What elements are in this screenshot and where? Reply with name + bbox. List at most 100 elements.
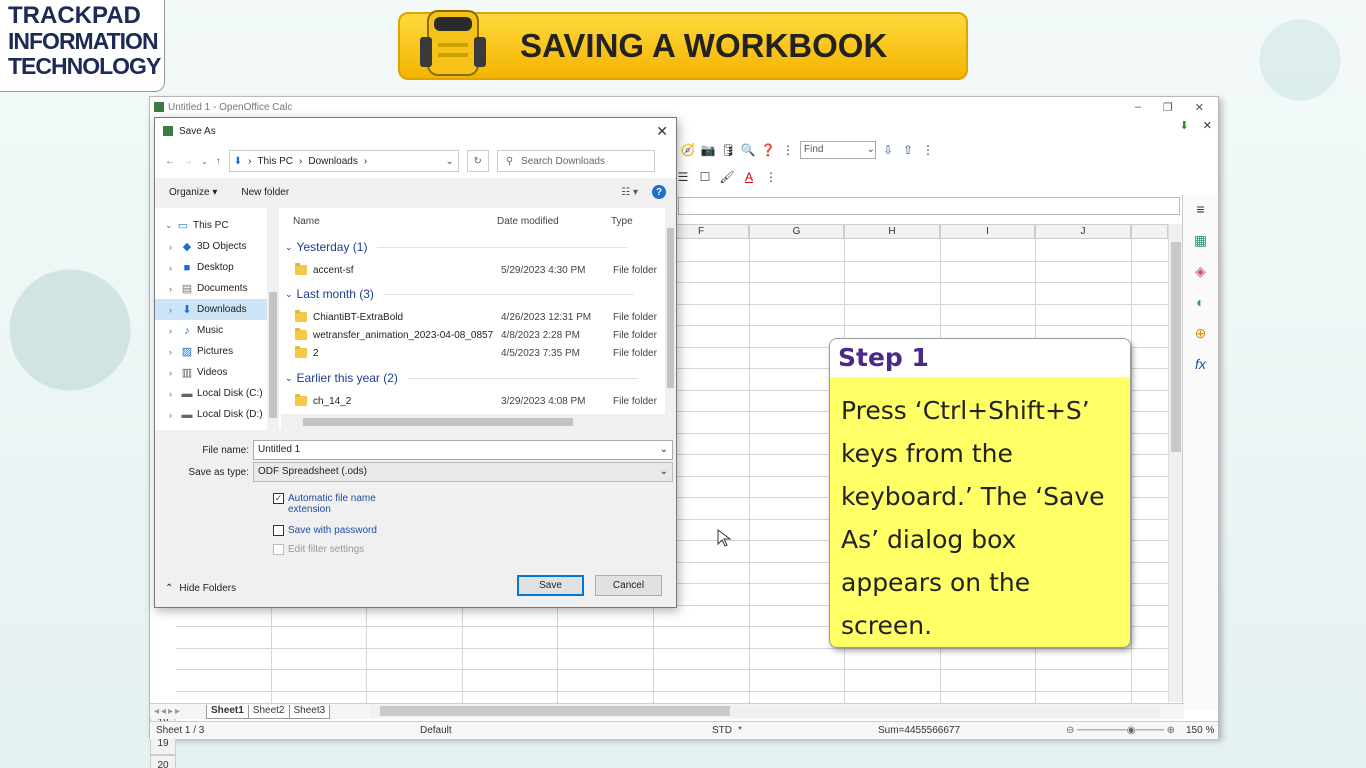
save-password-checkbox[interactable]: Save with password: [273, 525, 377, 536]
help-icon[interactable]: ?: [652, 185, 666, 199]
indent-icon[interactable]: ☰: [675, 169, 691, 185]
up-arrow-icon[interactable]: ↑: [216, 156, 221, 167]
formatting-overflow-icon[interactable]: ⋮: [763, 169, 779, 185]
checkbox-box[interactable]: [273, 525, 284, 536]
list-item[interactable]: ChiantiBT-ExtraBold 4/26/2023 12:31 PM F…: [295, 308, 663, 326]
column-header[interactable]: G: [749, 224, 844, 239]
chevron-right-icon[interactable]: ›: [169, 263, 177, 273]
help-icon[interactable]: ❓: [760, 142, 776, 158]
column-header-name[interactable]: Name: [293, 216, 320, 232]
dialog-close-icon[interactable]: ✕: [656, 123, 668, 140]
recent-chevron-icon[interactable]: ⌄: [201, 157, 208, 166]
file-name-input[interactable]: Untitled 1 ⌄: [253, 440, 673, 460]
properties-icon[interactable]: ▦: [1191, 232, 1211, 252]
zoom-slider[interactable]: ⊖ ───────◉──── ⊕: [1066, 725, 1175, 736]
chevron-right-icon[interactable]: ›: [169, 368, 177, 378]
tree-item-local-disk-d[interactable]: › ▬ Local Disk (D:): [155, 404, 267, 425]
font-color-icon[interactable]: A: [741, 169, 757, 185]
styles-icon[interactable]: ◈: [1191, 263, 1211, 283]
toolbar-overflow-icon[interactable]: ⋮: [780, 142, 796, 158]
hide-folders-toggle[interactable]: ⌃ Hide Folders: [165, 583, 236, 594]
file-list-vscrollbar[interactable]: [665, 208, 676, 414]
address-bar[interactable]: ⬇ › This PC › Downloads › ⌄: [228, 150, 459, 172]
functions-icon[interactable]: fx: [1191, 356, 1211, 376]
chevron-right-icon[interactable]: ›: [169, 410, 177, 420]
maximize-icon[interactable]: ❐: [1163, 101, 1173, 114]
check-icon[interactable]: ✓: [273, 493, 284, 504]
chevron-right-icon[interactable]: ›: [169, 347, 177, 357]
list-item[interactable]: ch_14_2 3/29/2023 4:08 PM File folder: [295, 392, 663, 410]
chevron-down-icon[interactable]: ⌄: [285, 373, 293, 384]
navigator-icon[interactable]: 🧭: [680, 142, 696, 158]
tree-item-music[interactable]: › ♪ Music: [155, 320, 267, 341]
navigator-panel-icon[interactable]: ⊕: [1191, 325, 1211, 345]
find-overflow-icon[interactable]: ⋮: [920, 142, 936, 158]
column-header-type[interactable]: Type: [611, 216, 633, 232]
close-document-icon[interactable]: ✕: [1203, 119, 1212, 132]
breadcrumb-this-pc[interactable]: This PC: [257, 156, 293, 167]
update-icon[interactable]: ⬇: [1180, 119, 1189, 132]
list-item[interactable]: 2 4/5/2023 7:35 PM File folder: [295, 344, 663, 362]
find-next-icon[interactable]: ⇩: [880, 142, 896, 158]
back-arrow-icon[interactable]: ←: [165, 156, 175, 167]
tree-item-local-disk-c[interactable]: › ▬ Local Disk (C:): [155, 383, 267, 404]
horizontal-scrollbar[interactable]: [370, 705, 1160, 717]
tree-item-downloads[interactable]: › ⬇ Downloads: [155, 299, 267, 320]
vertical-scrollbar[interactable]: [1168, 224, 1182, 702]
breadcrumb-downloads[interactable]: Downloads: [308, 156, 357, 167]
auto-extension-checkbox[interactable]: ✓ Automatic file name extension: [273, 493, 383, 515]
chevron-right-icon[interactable]: ›: [169, 305, 177, 315]
file-list-hscrollbar[interactable]: [281, 414, 676, 430]
save-type-select[interactable]: ODF Spreadsheet (.ods) ⌄: [253, 462, 673, 482]
gallery-panel-icon[interactable]: ◐: [1191, 294, 1211, 314]
file-group-header[interactable]: ⌄ Yesterday (1): [285, 240, 628, 254]
column-header[interactable]: I: [940, 224, 1035, 239]
zoom-icon[interactable]: 🔍: [740, 142, 756, 158]
chevron-down-icon[interactable]: ⌄: [660, 441, 668, 459]
formula-input[interactable]: [678, 197, 1180, 215]
refresh-button[interactable]: ↻: [466, 150, 489, 172]
column-header[interactable]: H: [844, 224, 940, 239]
sheet-tab-sheet2[interactable]: Sheet2: [247, 704, 290, 719]
cancel-button[interactable]: Cancel: [595, 575, 662, 596]
borders-icon[interactable]: ☐: [697, 169, 713, 185]
column-header[interactable]: [1131, 224, 1168, 239]
find-dropdown-icon[interactable]: ⌄: [867, 142, 875, 158]
find-previous-icon[interactable]: ⇧: [900, 142, 916, 158]
sheet-tab-sheet1[interactable]: Sheet1: [206, 704, 249, 719]
new-folder-button[interactable]: New folder: [241, 187, 289, 198]
save-button[interactable]: Save: [517, 575, 584, 596]
address-dropdown-icon[interactable]: ⌄: [445, 156, 453, 167]
tree-item-3d-objects[interactable]: › ◆ 3D Objects: [155, 236, 267, 257]
forward-arrow-icon[interactable]: →: [183, 156, 193, 167]
tree-scrollbar[interactable]: [267, 208, 279, 430]
file-group-header[interactable]: ⌄ Earlier this year (2): [285, 371, 638, 385]
row-header[interactable]: 20: [150, 755, 176, 768]
minimize-icon[interactable]: –: [1135, 101, 1141, 114]
sidebar-menu-icon[interactable]: ≡: [1191, 201, 1211, 221]
datasource-icon[interactable]: 🛢: [720, 142, 736, 158]
chevron-right-icon[interactable]: ›: [169, 389, 177, 399]
tree-item-documents[interactable]: › ▤ Documents: [155, 278, 267, 299]
background-color-icon[interactable]: 🖌: [719, 169, 735, 185]
organize-button[interactable]: Organize ▾: [169, 187, 217, 198]
find-input[interactable]: Find ⌄: [800, 141, 876, 159]
chevron-right-icon[interactable]: ›: [169, 242, 177, 252]
sheet-tab-sheet3[interactable]: Sheet3: [288, 704, 331, 719]
gallery-icon[interactable]: 📷: [700, 142, 716, 158]
chevron-down-icon[interactable]: ⌄: [660, 463, 668, 481]
chevron-right-icon[interactable]: ›: [169, 284, 177, 294]
list-item[interactable]: accent-sf 5/29/2023 4:30 PM File folder: [295, 261, 663, 279]
tree-item-pictures[interactable]: › ▨ Pictures: [155, 341, 267, 362]
tree-item-this-pc[interactable]: ⌄ ▭ This PC: [155, 215, 267, 236]
column-header-date[interactable]: Date modified: [497, 216, 559, 232]
chevron-right-icon[interactable]: ›: [169, 326, 177, 336]
sheet-nav-icons[interactable]: ◂◂▸▸: [150, 706, 206, 717]
search-input[interactable]: ⚲ Search Downloads: [496, 150, 655, 172]
tree-item-desktop[interactable]: › ■ Desktop: [155, 257, 267, 278]
file-group-header[interactable]: ⌄ Last month (3): [285, 287, 634, 301]
chevron-down-icon[interactable]: ⌄: [285, 242, 293, 253]
tree-item-videos[interactable]: › ▥ Videos: [155, 362, 267, 383]
column-header[interactable]: J: [1035, 224, 1131, 239]
close-icon[interactable]: ✕: [1195, 101, 1204, 114]
